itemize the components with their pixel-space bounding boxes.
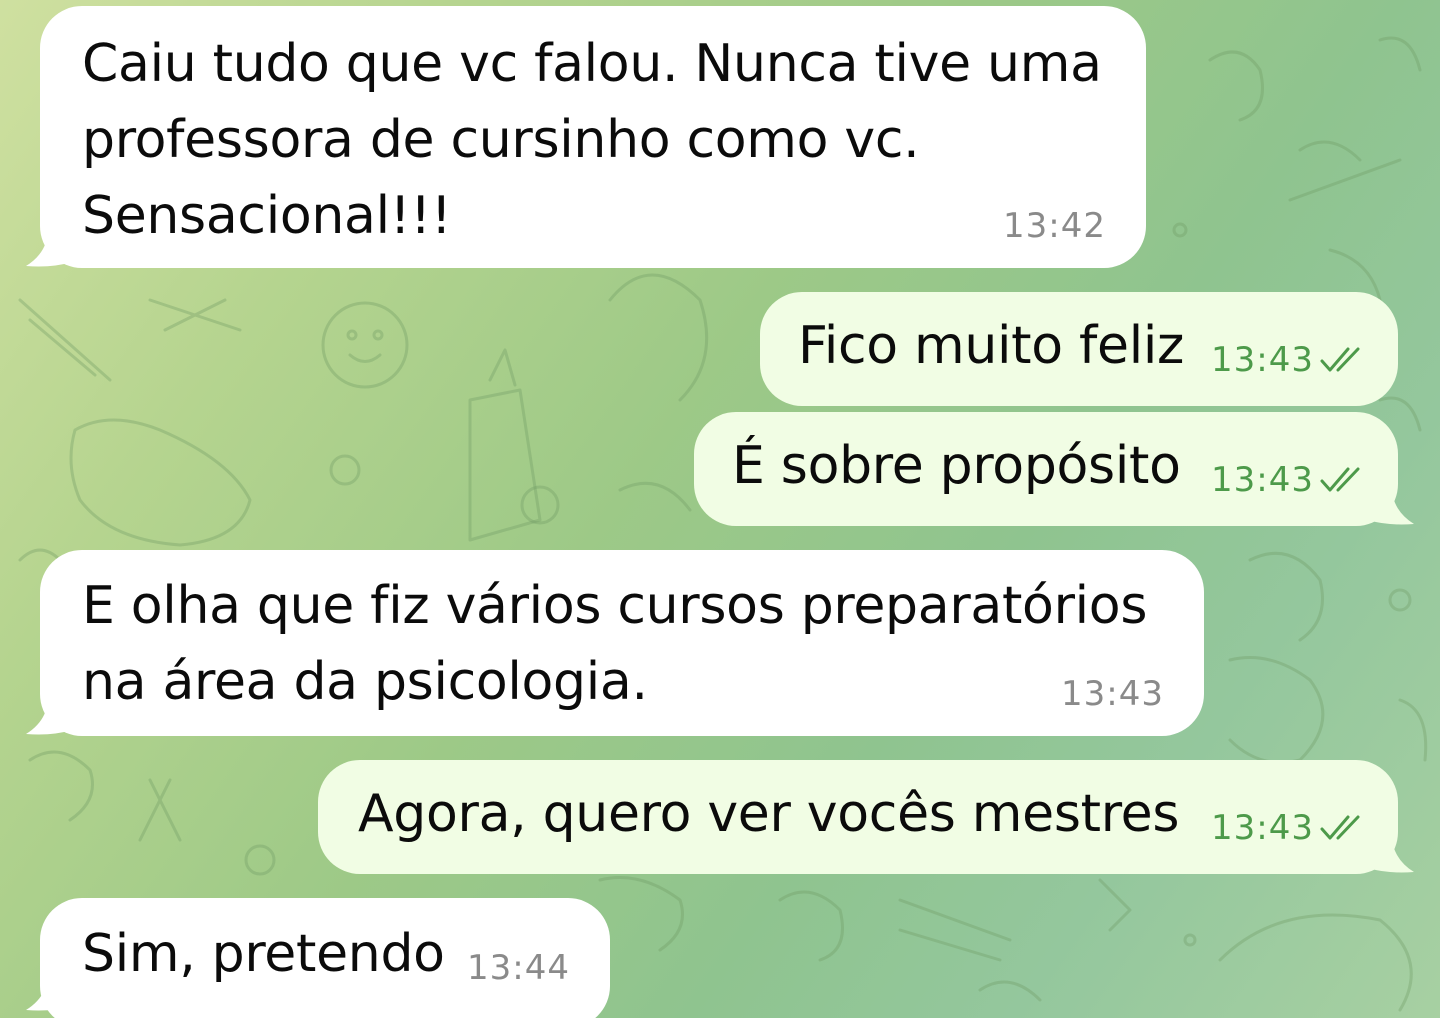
- message-meta: 13:42: [1003, 206, 1106, 246]
- message-bubble-outgoing[interactable]: É sobre propósito 13:43: [694, 412, 1414, 526]
- bubble-tail: [26, 962, 72, 1011]
- message-text: Sim, pretendo: [82, 924, 445, 984]
- double-check-icon: [1320, 467, 1360, 492]
- message-text: E olha que fiz vários cursos preparatóri…: [82, 576, 1148, 712]
- message-text: Caiu tudo que vc falou. Nunca tive uma p…: [82, 34, 1102, 246]
- message-meta: 13:43: [1211, 340, 1368, 380]
- message-bubble-incoming[interactable]: E olha que fiz vários cursos preparatóri…: [26, 550, 1204, 736]
- message-meta: 13:43: [1211, 808, 1368, 848]
- bubble-tail: [26, 686, 72, 735]
- message-meta: 13:43: [1061, 674, 1164, 714]
- message-time: 13:42: [1003, 206, 1106, 246]
- message-time: 13:43: [1211, 460, 1314, 500]
- message-text: Agora, quero ver vocês mestres: [358, 784, 1180, 844]
- message-bubble-incoming[interactable]: Caiu tudo que vc falou. Nunca tive uma p…: [26, 6, 1146, 268]
- bubble-tail: [26, 218, 72, 267]
- chat-area[interactable]: Caiu tudo que vc falou. Nunca tive uma p…: [0, 0, 1440, 1018]
- message-text: É sobre propósito: [732, 436, 1181, 496]
- double-check-icon: [1320, 347, 1360, 372]
- message-bubble-outgoing[interactable]: Fico muito feliz 13:43: [760, 292, 1398, 406]
- message-meta: 13:44: [467, 948, 570, 988]
- message-bubble-incoming[interactable]: Sim, pretendo 13:44: [26, 898, 610, 1018]
- message-meta: 13:43: [1211, 460, 1368, 500]
- message-time: 13:43: [1211, 340, 1314, 380]
- message-time: 13:43: [1211, 808, 1314, 848]
- message-bubble-outgoing[interactable]: Agora, quero ver vocês mestres 13:43: [318, 760, 1414, 874]
- message-time: 13:43: [1061, 674, 1164, 714]
- message-time: 13:44: [467, 948, 570, 988]
- message-text: Fico muito feliz: [798, 316, 1184, 376]
- double-check-icon: [1320, 815, 1360, 840]
